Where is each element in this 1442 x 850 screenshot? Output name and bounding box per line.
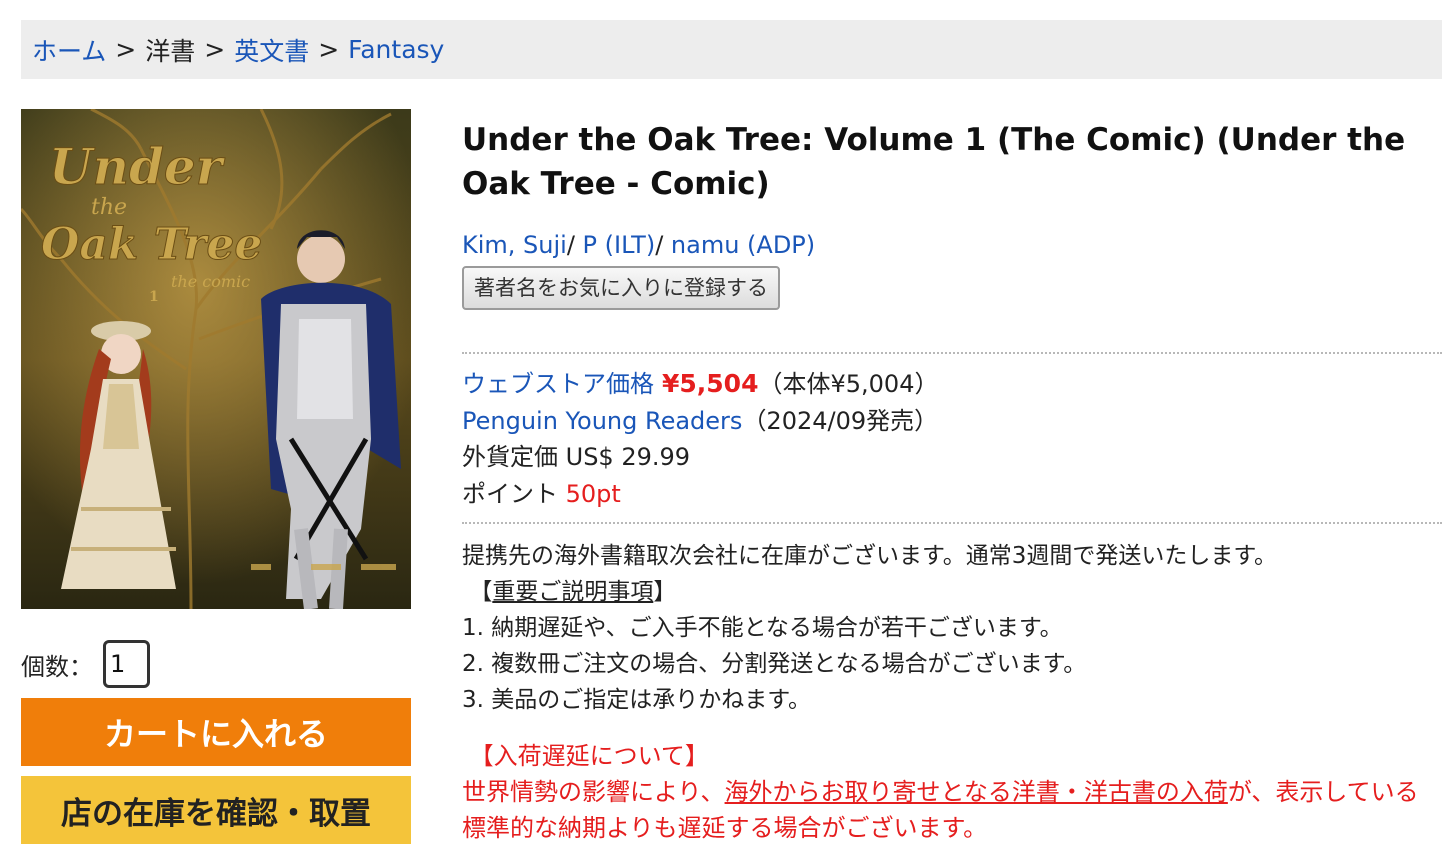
favorite-author-button[interactable]: 著者名をお気に入りに登録する <box>462 266 780 310</box>
note-item: 1. 納期遅延や、ご入手不能となる場合が若干ございます。 <box>462 615 1063 641</box>
foreign-price: 外貨定価 US$ 29.99 <box>462 443 691 471</box>
webstore-price-label[interactable]: ウェブストア価格 <box>462 370 654 398</box>
base-price: （本体¥5,004） <box>758 370 939 398</box>
price-row: ウェブストア価格 ¥5,504（本体¥5,004） <box>462 366 1437 403</box>
quantity-row: 個数： <box>21 640 150 688</box>
bracket-close: 】 <box>653 579 677 605</box>
points-row: ポイント 50pt <box>462 476 1437 513</box>
delay-notice: 【入荷遅延について】 世界情勢の影響により、海外からお取り寄せとなる洋書・洋古書… <box>462 738 1432 846</box>
cover-credit-mark <box>311 564 341 570</box>
cover-subtitle: the comic <box>171 272 250 291</box>
release-date: （2024/09発売） <box>742 406 939 435</box>
important-notes-heading: 【重要ご説明事項】 <box>462 574 1437 610</box>
publisher-link[interactable]: Penguin Young Readers <box>462 407 742 435</box>
divider <box>462 522 1442 524</box>
stock-status: 提携先の海外書籍取次会社に在庫がございます。通常3週間で発送いたします。 <box>462 543 1278 569</box>
breadcrumb-english-books-link[interactable]: 英文書 <box>234 32 309 68</box>
book-cover-image[interactable]: Under the Oak Tree the comic 1 <box>21 109 411 609</box>
author-link[interactable]: P (ILT) <box>583 231 656 259</box>
author-separator: / <box>655 231 671 259</box>
note-item: 3. 美品のご指定は承りかねます。 <box>462 687 811 713</box>
product-info: Under the Oak Tree: Volume 1 (The Comic)… <box>462 118 1442 846</box>
breadcrumb-genre-link[interactable]: Fantasy <box>348 35 444 64</box>
product-title: Under the Oak Tree: Volume 1 (The Comic)… <box>462 122 1406 202</box>
cover-credit-mark <box>251 564 271 570</box>
important-notes-link[interactable]: 重要ご説明事項 <box>492 579 653 605</box>
author-link[interactable]: namu (ADP) <box>671 231 815 259</box>
breadcrumb: ホーム > 洋書 > 英文書 > Fantasy <box>21 20 1442 79</box>
note-item: 2. 複数冊ご注文の場合、分割発送となる場合がございます。 <box>462 651 1087 677</box>
check-store-stock-button[interactable]: 店の在庫を確認・取置 <box>21 776 411 844</box>
stock-notes: 提携先の海外書籍取次会社に在庫がございます。通常3週間で発送いたします。 【重要… <box>462 538 1437 718</box>
quantity-input[interactable] <box>103 640 150 688</box>
delay-text-before: 世界情勢の影響により、 <box>462 778 725 806</box>
delay-text: 世界情勢の影響により、海外からお取り寄せとなる洋書・洋古書の入荷が、表示している… <box>462 774 1432 846</box>
breadcrumb-separator: > <box>204 35 226 64</box>
publisher-row: Penguin Young Readers（2024/09発売） <box>462 403 1437 440</box>
delay-heading-text: 【入荷遅延について】 <box>469 742 709 770</box>
cover-illustration: Under the Oak Tree the comic 1 <box>21 109 411 609</box>
delay-heading: 【入荷遅延について】 <box>462 738 1432 774</box>
add-to-cart-button[interactable]: カートに入れる <box>21 698 411 766</box>
cover-title-line2: the <box>91 195 127 220</box>
webstore-price: ¥5,504 <box>662 369 759 398</box>
author-link[interactable]: Kim, Suji <box>462 231 567 259</box>
divider <box>462 352 1442 354</box>
cover-title-line1: Under <box>49 137 226 196</box>
author-list: Kim, Suji/ P (ILT)/ namu (ADP) <box>462 230 1437 260</box>
quantity-label: 個数： <box>21 652 93 681</box>
delay-info-link[interactable]: 海外からお取り寄せとなる洋書・洋古書の入荷 <box>725 778 1228 806</box>
price-block: ウェブストア価格 ¥5,504（本体¥5,004） Penguin Young R… <box>462 366 1437 512</box>
points-value: 50pt <box>565 479 621 508</box>
cover-credit-mark <box>361 564 396 570</box>
breadcrumb-separator: > <box>115 35 137 64</box>
breadcrumb-home-link[interactable]: ホーム <box>32 32 106 68</box>
bracket-open: 【 <box>469 579 493 605</box>
breadcrumb-western-books: 洋書 <box>145 36 196 66</box>
points-label: ポイント <box>462 479 558 508</box>
cover-volume: 1 <box>149 289 159 305</box>
breadcrumb-separator: > <box>318 35 340 64</box>
author-separator: / <box>566 231 583 259</box>
cover-title-line3: Oak Tree <box>41 219 262 270</box>
